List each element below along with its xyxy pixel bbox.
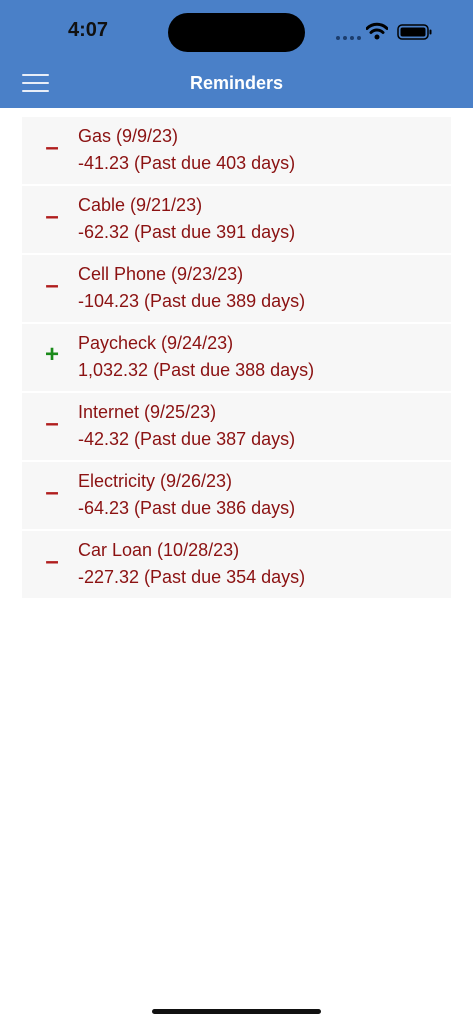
reminder-row[interactable]: – Gas (9/9/23) -41.23 (Past due 403 days… — [22, 117, 451, 184]
battery-icon — [397, 24, 432, 40]
reminder-row[interactable]: – Internet (9/25/23) -42.32 (Past due 38… — [22, 393, 451, 460]
minus-icon: – — [45, 410, 59, 437]
dynamic-island — [168, 13, 305, 52]
reminder-title: Paycheck (9/24/23) — [78, 333, 234, 353]
minus-icon: – — [45, 272, 59, 299]
reminder-title: Gas (9/9/23) — [78, 126, 179, 146]
reminder-title: Cell Phone (9/23/23) — [78, 264, 244, 284]
reminder-title: Electricity (9/26/23) — [78, 471, 233, 491]
reminder-detail: 1,032.32 (Past due 388 days) — [78, 360, 315, 380]
reminder-detail: -64.23 (Past due 386 days) — [78, 498, 296, 518]
reminder-title: Car Loan (10/28/23) — [78, 540, 240, 560]
reminder-detail: -227.32 (Past due 354 days) — [78, 567, 306, 587]
plus-icon: + — [44, 341, 59, 368]
minus-icon: – — [45, 203, 59, 230]
reminder-detail: -42.32 (Past due 387 days) — [78, 429, 296, 449]
reminder-title: Cable (9/21/23) — [78, 195, 203, 215]
status-time: 4:07 — [68, 19, 109, 41]
page-title: Reminders — [189, 73, 284, 93]
home-indicator[interactable] — [152, 1009, 321, 1014]
reminder-detail: -41.23 (Past due 403 days) — [78, 153, 296, 173]
reminder-row[interactable]: – Cable (9/21/23) -62.32 (Past due 391 d… — [22, 186, 451, 253]
nav-header: 4:07 Reminders — [0, 0, 473, 108]
reminder-row[interactable]: + Paycheck (9/24/23) 1,032.32 (Past due … — [22, 324, 451, 391]
reminders-list: – Gas (9/9/23) -41.23 (Past due 403 days… — [22, 117, 451, 600]
minus-icon: – — [45, 479, 59, 506]
reminder-row[interactable]: – Electricity (9/26/23) -64.23 (Past due… — [22, 462, 451, 529]
reminder-detail: -62.32 (Past due 391 days) — [78, 222, 296, 242]
minus-icon: – — [45, 548, 59, 575]
reminder-row[interactable]: – Cell Phone (9/23/23) -104.23 (Past due… — [22, 255, 451, 322]
cellular-signal-icon — [336, 36, 362, 40]
reminder-title: Internet (9/25/23) — [78, 402, 217, 422]
wifi-icon — [366, 22, 388, 40]
reminder-detail: -104.23 (Past due 389 days) — [78, 291, 306, 311]
minus-icon: – — [45, 134, 59, 161]
reminder-row[interactable]: – Car Loan (10/28/23) -227.32 (Past due … — [22, 531, 451, 598]
